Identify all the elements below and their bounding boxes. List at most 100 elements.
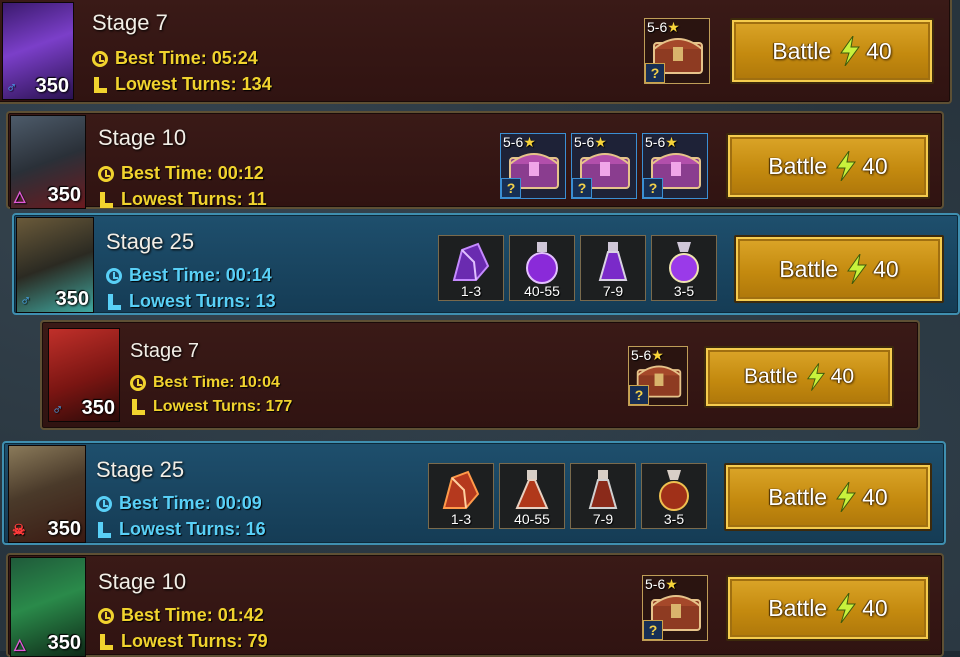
boot-icon [130, 399, 146, 415]
battle-button[interactable]: Battle 40 [730, 18, 934, 84]
affinity-spirit-icon: △ [14, 188, 26, 205]
clock-icon [106, 267, 122, 284]
best-time: Best Time: 01:42 [98, 605, 264, 626]
reward-shard[interactable]: 1-3 [428, 463, 494, 529]
affinity-force-icon: ☠ [12, 522, 26, 539]
affinity-magic-icon: ♂ [20, 292, 32, 309]
energy-icon [836, 593, 857, 623]
unknown-reward-badge: ? [629, 385, 649, 405]
stage-row: ♂ 350 Stage 7 Best Time: 05:24 Lowest Tu… [0, 0, 952, 104]
champion-level: 350 [47, 518, 81, 540]
stage-row: ♂ 350 Stage 25 Best Time: 00:14 Lowest T… [12, 213, 960, 315]
magic-potion-icon [526, 242, 558, 284]
battle-button[interactable]: Battle 40 [724, 463, 932, 531]
clock-icon [96, 495, 112, 512]
stage-row: △ 350 Stage 10 Best Time: 01:42 Lowest T… [6, 553, 944, 657]
stage-title: Stage 10 [98, 125, 187, 150]
star-icon: ★ [594, 134, 607, 150]
reward-shard[interactable]: 1-3 [438, 235, 504, 301]
battle-button[interactable]: Battle 40 [734, 235, 944, 303]
lowest-turns: Lowest Turns: 79 [98, 631, 268, 652]
star-icon: ★ [667, 19, 680, 35]
star-icon: ★ [665, 134, 678, 150]
reward-potion[interactable]: 40-55 [499, 463, 565, 529]
affinity-magic-icon: ♂ [52, 401, 64, 418]
unknown-reward-badge: ? [572, 178, 592, 198]
stage-title: Stage 7 [130, 340, 199, 362]
best-time: Best Time: 10:04 [130, 374, 280, 392]
energy-icon [840, 36, 861, 66]
boot-icon [106, 293, 122, 310]
clock-icon [98, 165, 114, 182]
reward-chest[interactable]: 5-6★ ? [571, 133, 637, 199]
battle-button[interactable]: Battle 40 [704, 346, 894, 408]
star-icon: ★ [665, 576, 678, 592]
stage-row: △ 350 Stage 10 Best Time: 00:12 Lowest T… [6, 111, 944, 209]
best-time: Best Time: 00:12 [98, 163, 264, 184]
stage-row: ♂ 350 Stage 7 Best Time: 10:04 Lowest Tu… [40, 320, 920, 430]
champion-portrait: ☠ 350 [8, 445, 86, 543]
reward-chest[interactable]: 5-6★ ? [642, 575, 708, 641]
reward-potion[interactable]: 3-5 [641, 463, 707, 529]
stage-row: ☠ 350 Stage 25 Best Time: 00:09 Lowest T… [2, 441, 946, 545]
battle-button[interactable]: Battle 40 [726, 133, 930, 199]
reward-potion[interactable]: 7-9 [580, 235, 646, 301]
reward-potion[interactable]: 7-9 [570, 463, 636, 529]
reward-chest[interactable]: 5-6★ ? [500, 133, 566, 199]
champion-level: 350 [55, 288, 89, 310]
champion-level: 350 [35, 75, 69, 97]
void-shard-icon [452, 242, 490, 281]
boot-icon [98, 191, 114, 208]
best-time: Best Time: 05:24 [92, 48, 258, 69]
stage-title: Stage 10 [98, 569, 187, 594]
lowest-turns: Lowest Turns: 177 [130, 398, 292, 416]
best-time: Best Time: 00:09 [96, 493, 262, 514]
affinity-spirit-icon: △ [14, 636, 26, 653]
star-icon: ★ [651, 347, 664, 363]
boot-icon [98, 633, 114, 650]
clock-icon [130, 375, 146, 391]
reward-chest[interactable]: 5-6★ ? [644, 18, 710, 84]
clock-icon [92, 50, 108, 67]
clock-icon [98, 607, 114, 624]
stage-title: Stage 25 [96, 457, 185, 482]
champion-portrait: △ 350 [10, 115, 86, 209]
affinity-magic-icon: ♂ [6, 79, 18, 96]
unknown-reward-badge: ? [645, 63, 665, 83]
reward-chest[interactable]: 5-6★ ? [628, 346, 688, 406]
stage-title: Stage 25 [106, 229, 195, 254]
lowest-turns: Lowest Turns: 16 [96, 519, 266, 540]
energy-icon [836, 482, 857, 512]
stage-title: Stage 7 [92, 10, 168, 35]
boot-icon [96, 521, 112, 538]
boot-icon [92, 76, 108, 93]
energy-icon [847, 254, 868, 284]
lowest-turns: Lowest Turns: 134 [92, 74, 272, 95]
champion-portrait: △ 350 [10, 557, 86, 657]
battle-button[interactable]: Battle 40 [726, 575, 930, 641]
force-flask-icon [588, 470, 618, 509]
star-icon: ★ [523, 134, 536, 150]
energy-icon [806, 363, 825, 391]
lowest-turns: Lowest Turns: 13 [106, 291, 276, 312]
best-time: Best Time: 00:14 [106, 265, 272, 286]
unknown-reward-badge: ? [643, 178, 663, 198]
champion-portrait: ♂ 350 [16, 217, 94, 313]
unknown-reward-badge: ? [501, 178, 521, 198]
reward-potion[interactable]: 3-5 [651, 235, 717, 301]
champion-portrait: ♂ 350 [48, 328, 120, 422]
champion-level: 350 [47, 632, 81, 654]
magic-flask-icon [598, 242, 628, 281]
lowest-turns: Lowest Turns: 11 [98, 189, 267, 210]
force-vial-icon [659, 470, 689, 511]
force-potion-icon [515, 470, 549, 509]
force-shard-icon [442, 470, 480, 509]
unknown-reward-badge: ? [643, 620, 663, 640]
champion-level: 350 [81, 397, 115, 419]
magic-vial-icon [669, 242, 699, 283]
reward-chest[interactable]: 5-6★ ? [642, 133, 708, 199]
champion-portrait: ♂ 350 [2, 2, 74, 100]
energy-icon [836, 151, 857, 181]
reward-potion[interactable]: 40-55 [509, 235, 575, 301]
champion-level: 350 [47, 184, 81, 206]
